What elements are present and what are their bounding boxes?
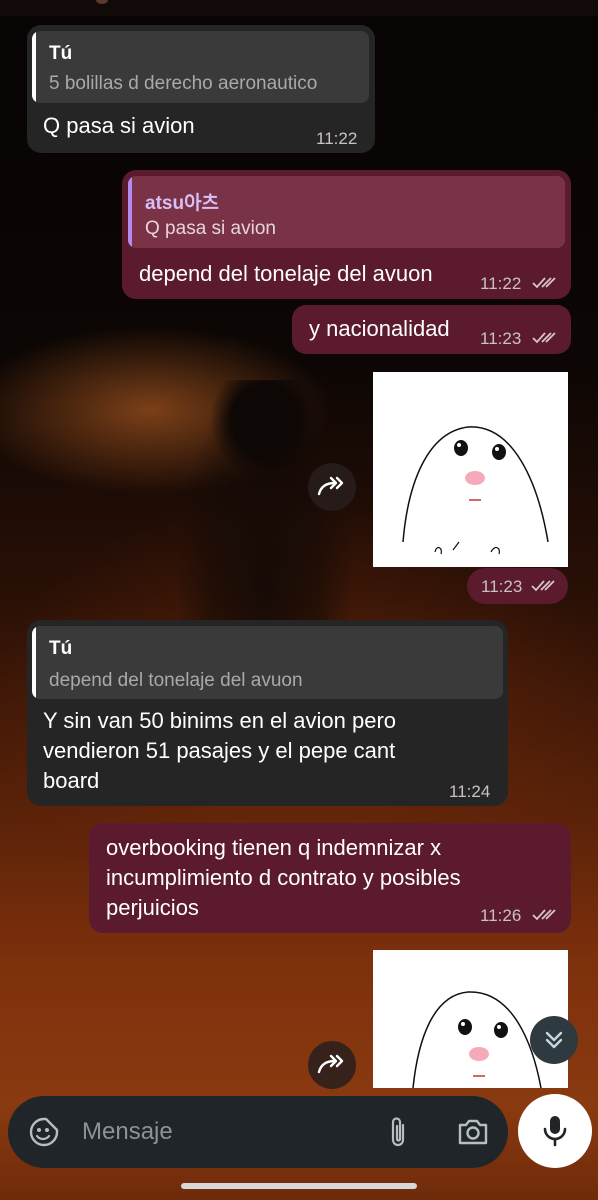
avatar-edge [96,0,108,4]
sticker-icon [29,1117,59,1147]
reply-accent-bar [32,31,36,103]
sticker-time-pill: 11:23 [467,568,568,604]
message-time: 11:26 [480,906,522,925]
double-check-icon [532,332,556,344]
attach-icon [391,1117,405,1147]
message-text-line: perjuicios [106,895,199,920]
message-time: 11:22 [480,274,522,293]
message-bubble-outgoing[interactable]: atsu아츠 Q pasa si avion depend del tonela… [122,170,571,299]
message-bubble-incoming[interactable]: Tú depend del tonelaje del avuon Y sin v… [27,620,508,806]
gesture-navigation-bar[interactable] [181,1183,417,1189]
message-bubble-outgoing[interactable]: overbooking tienen q indemnizar x incump… [89,823,571,933]
message-time: 11:22 [316,129,358,148]
message-input[interactable]: Mensaje [82,1118,173,1146]
sticker-image[interactable] [373,950,568,1088]
reply-author: Tú [49,43,73,64]
hamster-sticker [412,991,542,1088]
forward-button[interactable] [308,463,356,511]
camera-icon [458,1119,488,1145]
camera-button[interactable] [454,1114,492,1150]
chevron-double-down-icon [545,1031,563,1049]
message-time: 11:23 [480,329,522,348]
reply-author: Tú [49,638,73,659]
reply-preview[interactable]: Tú depend del tonelaje del avuon [32,626,503,699]
reply-accent-bar [32,626,36,699]
voice-record-button[interactable] [518,1094,592,1168]
message-text: y nacionalidad [309,316,450,341]
top-app-bar-edge [0,0,598,16]
double-check-icon [531,580,555,592]
message-composer: Mensaje [8,1096,508,1168]
double-check-icon [532,909,556,921]
reply-text: depend del tonelaje del avuon [49,670,303,691]
message-text-line: Y sin van 50 binims en el avion pero [43,708,397,733]
forward-icon [317,476,344,496]
message-bubble-incoming[interactable]: Tú 5 bolillas d derecho aeronautico Q pa… [27,25,375,153]
sticker-button[interactable] [26,1114,62,1150]
message-text: depend del tonelaje del avuon [139,261,433,286]
scroll-to-bottom-button[interactable] [530,1016,578,1064]
message-bubble-outgoing[interactable]: y nacionalidad 11:23 [292,305,571,354]
reply-text: 5 bolillas d derecho aeronautico [49,73,318,94]
attach-button[interactable] [382,1114,414,1150]
mic-icon [543,1116,567,1147]
message-text-line: board [43,768,100,793]
hamster-sticker [402,426,549,555]
message-text-line: overbooking tienen q indemnizar x [106,835,442,860]
forward-icon [317,1054,344,1074]
double-check-icon [532,277,556,289]
message-time: 11:23 [481,577,523,596]
reply-preview[interactable]: Tú 5 bolillas d derecho aeronautico [32,31,369,103]
reply-accent-bar [128,176,132,248]
message-time: 11:24 [449,782,491,801]
reply-author: atsu아츠 [145,193,220,214]
reply-text: Q pasa si avion [145,218,276,239]
reply-preview[interactable]: atsu아츠 Q pasa si avion [128,176,565,248]
forward-button[interactable] [308,1041,356,1089]
sticker-image[interactable] [373,372,568,567]
message-text: Q pasa si avion [43,113,195,138]
message-text-line: incumplimiento d contrato y posibles [106,865,461,890]
message-text-line: vendieron 51 pasajes y el pepe cant [43,738,396,763]
